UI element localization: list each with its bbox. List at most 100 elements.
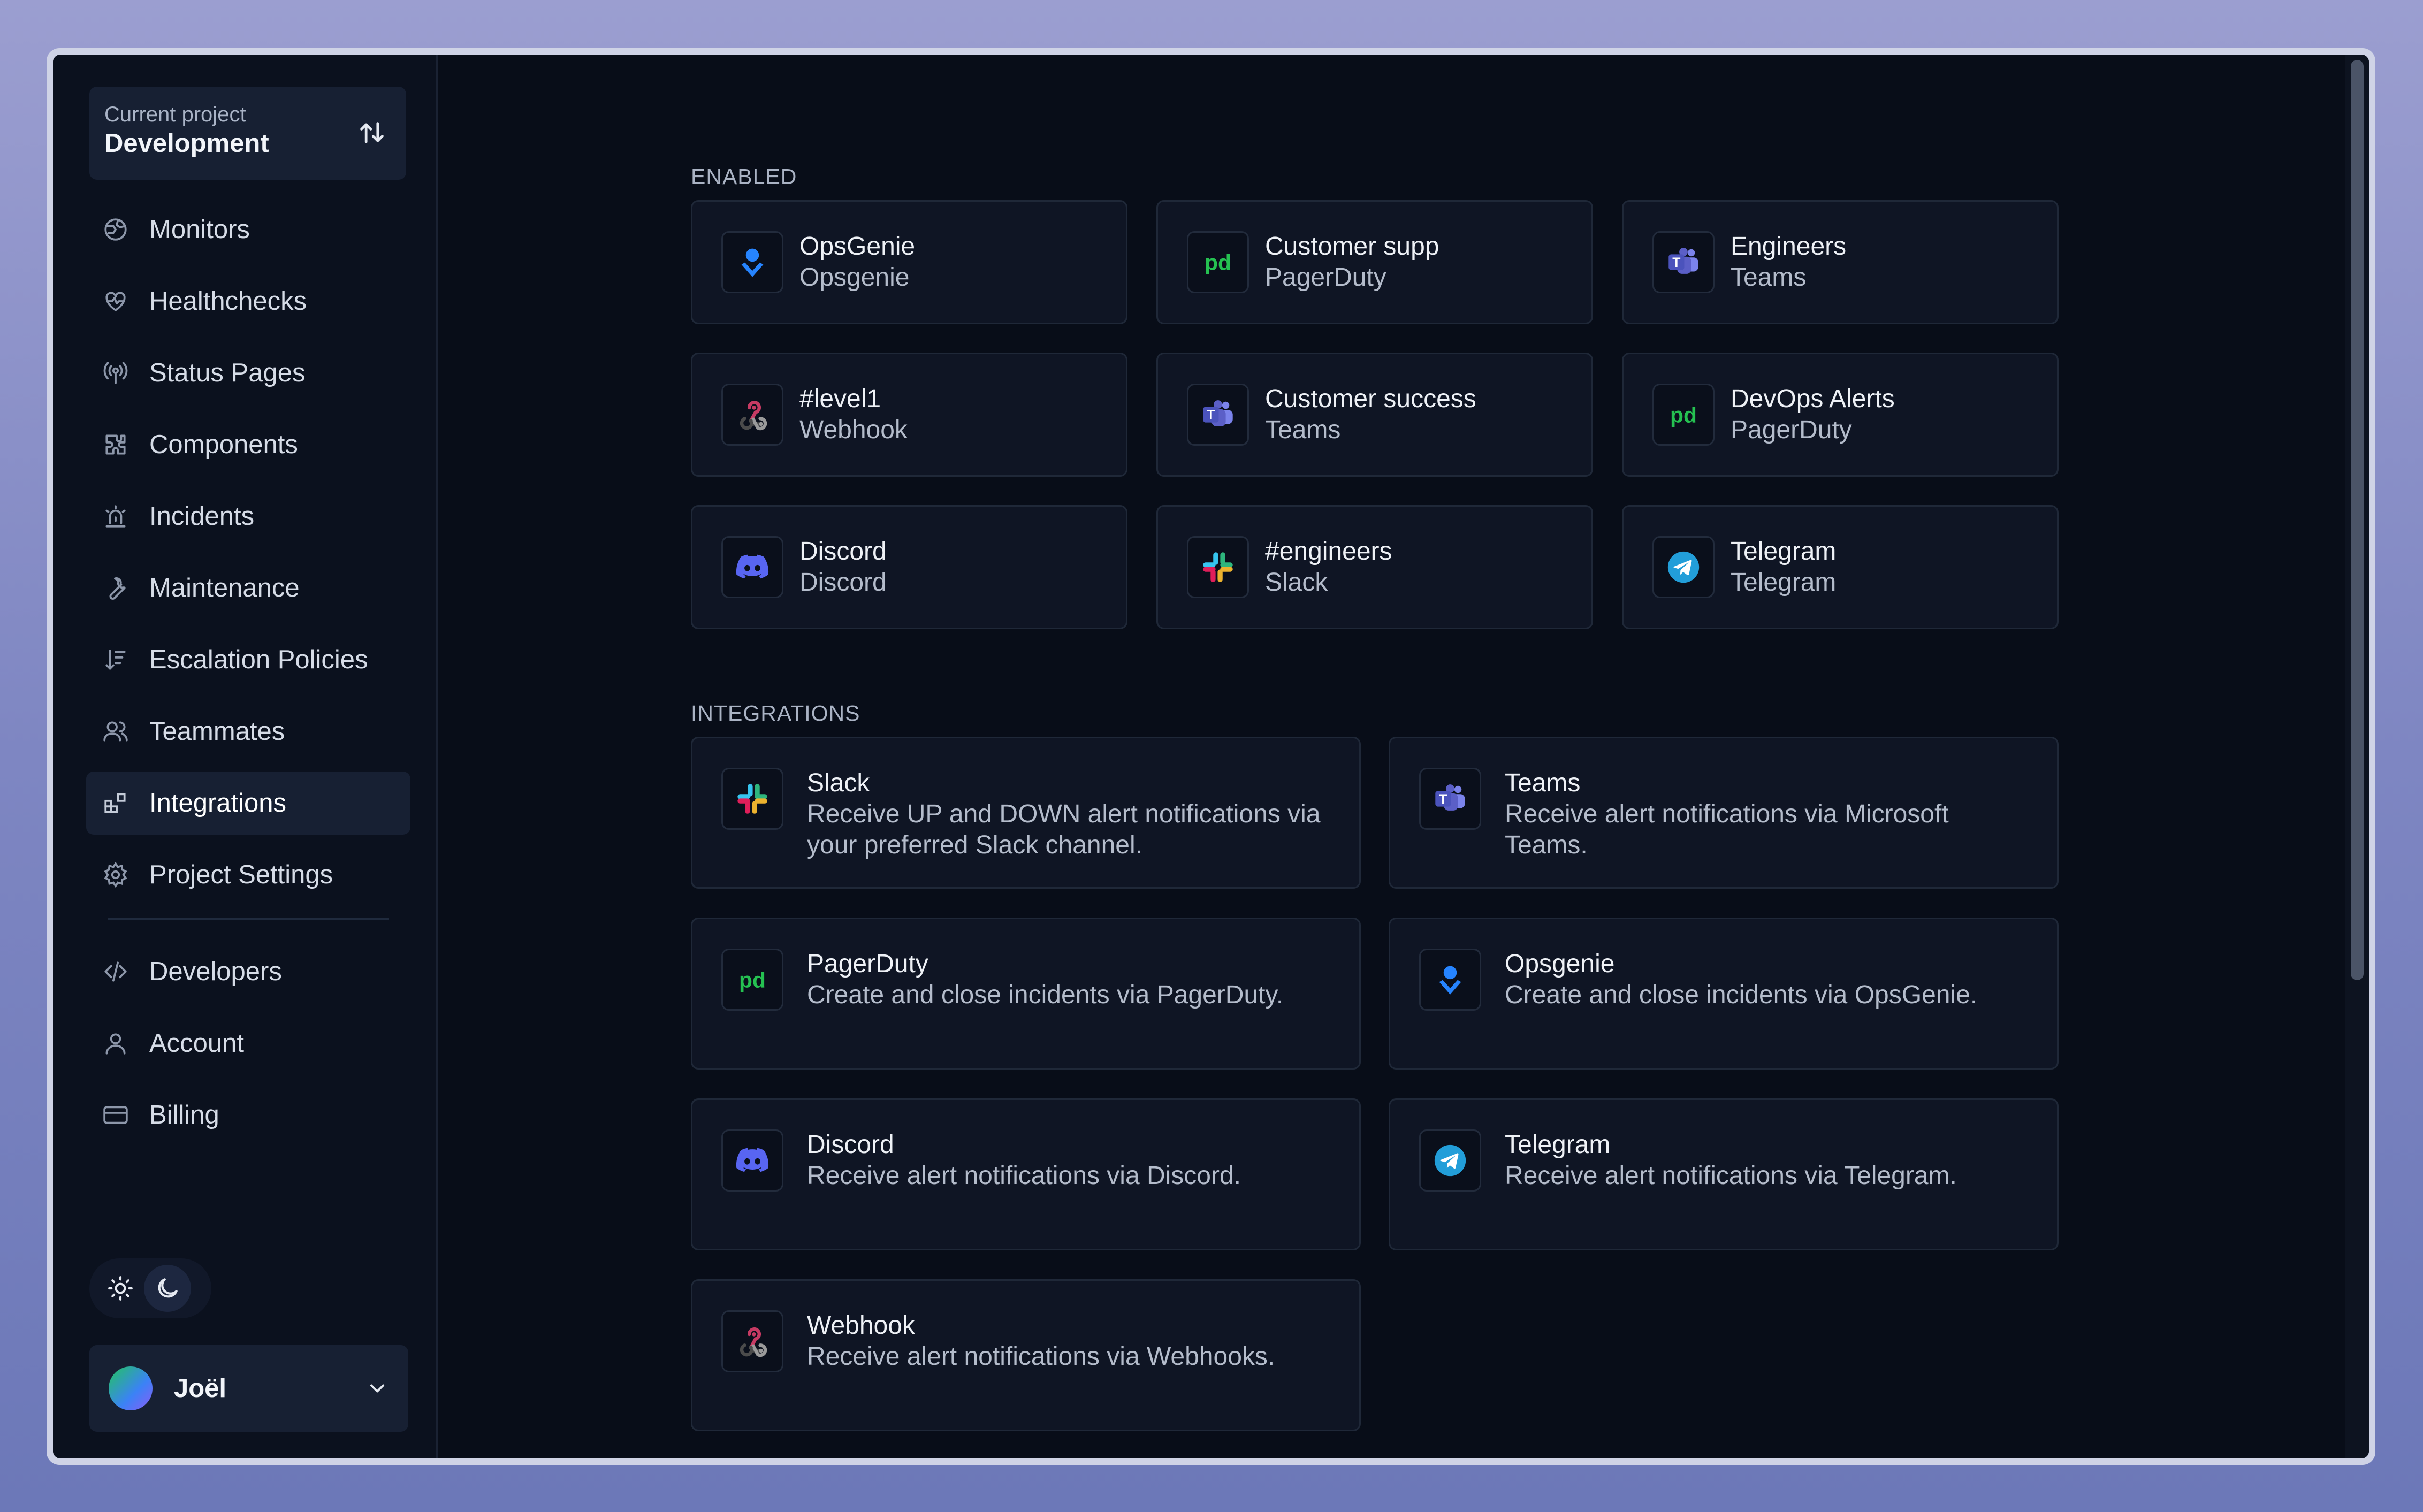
- integration-description: Receive alert notifications via Telegram…: [1505, 1162, 1957, 1190]
- chevron-down-icon: [370, 1384, 385, 1393]
- available-integration-card[interactable]: Opsgenie Create and close incidents via O…: [1389, 918, 2059, 1070]
- enabled-integration-card[interactable]: #level1 Webhook: [691, 353, 1127, 477]
- sidebar-item-monitors[interactable]: Monitors: [86, 198, 410, 261]
- project-switcher[interactable]: Current project Development: [89, 87, 406, 180]
- sidebar-item-healthchecks[interactable]: Healthchecks: [86, 270, 410, 333]
- swap-arrows-icon: [360, 122, 384, 143]
- broadcast-icon: [103, 362, 128, 384]
- integration-type: PagerDuty: [1731, 416, 1852, 444]
- svg-text:pd: pd: [1670, 403, 1697, 427]
- pagerduty-icon: pd: [1670, 403, 1697, 427]
- available-integration-card[interactable]: pd PagerDuty Create and close incidents vi…: [691, 918, 1361, 1070]
- integration-description: Create and close incidents via PagerDuty…: [807, 981, 1284, 1009]
- svg-text:T: T: [1207, 408, 1215, 423]
- pagerduty-icon: pd: [739, 968, 766, 992]
- svg-text:pd: pd: [1205, 250, 1231, 275]
- available-integration-card[interactable]: Telegram Receive alert notifications via …: [1389, 1098, 2059, 1250]
- sidebar-item-incidents[interactable]: Incidents: [86, 485, 410, 548]
- sidebar-item-label: Integrations: [149, 789, 287, 818]
- sidebar-item-integrations[interactable]: Integrations: [86, 772, 410, 835]
- logo-box: T: [1187, 384, 1249, 446]
- code-icon: [104, 961, 127, 982]
- svg-text:pd: pd: [739, 968, 766, 992]
- sidebar-item-label: Teammates: [149, 717, 285, 746]
- user-menu[interactable]: Joël: [89, 1345, 408, 1432]
- blocks-icon: [104, 793, 126, 813]
- globe-icon: [104, 218, 127, 241]
- integration-name: Engineers: [1731, 232, 1847, 261]
- project-name: Development: [104, 129, 269, 158]
- app-window: Current project Development Monitors Hea…: [47, 48, 2375, 1465]
- integration-type: Teams: [1731, 263, 1807, 292]
- main-content: ENABLED OpsGenie Opsgenie pd Customer supp P…: [438, 55, 2369, 1458]
- available-integration-card[interactable]: Webhook Receive alert notifications via W…: [691, 1279, 1361, 1431]
- available-integration-card[interactable]: Discord Receive alert notifications via D…: [691, 1098, 1361, 1250]
- dark-mode-button[interactable]: [144, 1265, 191, 1312]
- opsgenie-icon: [1439, 966, 1461, 995]
- integration-type: Webhook: [799, 416, 908, 444]
- integration-description: Receive alert notifications via Discord.: [807, 1162, 1241, 1190]
- integration-name: DevOps Alerts: [1731, 385, 1895, 413]
- integration-name: PagerDuty: [807, 950, 928, 978]
- enabled-integration-card[interactable]: Telegram Telegram: [1622, 505, 2059, 629]
- light-mode-button[interactable]: [97, 1265, 144, 1312]
- svg-text:T: T: [1672, 256, 1680, 270]
- logo-box: T: [1419, 768, 1481, 830]
- enabled-integration-card[interactable]: T Customer success Teams: [1156, 353, 1593, 477]
- scrollbar[interactable]: [2345, 55, 2369, 1458]
- discord-icon: [736, 554, 769, 579]
- teams-icon: T: [1668, 248, 1698, 274]
- sidebar-item-escalation-policies[interactable]: Escalation Policies: [86, 628, 410, 691]
- enabled-integration-card[interactable]: pd Customer supp PagerDuty: [1156, 200, 1593, 324]
- sidebar-item-label: Monitors: [149, 215, 250, 244]
- sidebar-item-developers[interactable]: Developers: [86, 940, 410, 1003]
- logo-box: [721, 768, 783, 830]
- sidebar-item-project-settings[interactable]: Project Settings: [86, 843, 410, 906]
- enabled-integration-card[interactable]: pd DevOps Alerts PagerDuty: [1622, 353, 2059, 477]
- enabled-integration-card[interactable]: T Engineers Teams: [1622, 200, 2059, 324]
- logo-box: [721, 1310, 783, 1372]
- enabled-integration-card[interactable]: OpsGenie Opsgenie: [691, 200, 1127, 324]
- logo-box: [721, 536, 783, 598]
- sidebar-item-components[interactable]: Components: [86, 413, 410, 476]
- integration-type: Slack: [1265, 568, 1328, 597]
- gear-icon: [104, 861, 127, 888]
- logo-box: [1419, 1129, 1481, 1192]
- nav-divider: [108, 918, 389, 920]
- integration-name: Telegram: [1731, 537, 1837, 566]
- logo-box: [721, 1129, 783, 1192]
- sidebar-item-label: Status Pages: [149, 358, 306, 387]
- sidebar-item-teammates[interactable]: Teammates: [86, 700, 410, 763]
- slack-icon: [1203, 552, 1233, 582]
- enabled-integration-card[interactable]: Discord Discord: [691, 505, 1127, 629]
- telegram-icon: [1667, 551, 1700, 583]
- integration-name: Opsgenie: [1505, 950, 1615, 978]
- enabled-integration-card[interactable]: #engineers Slack: [1156, 505, 1593, 629]
- logo-box: [1187, 536, 1249, 598]
- integration-name: Customer success: [1265, 385, 1476, 413]
- teams-icon: T: [1203, 400, 1233, 426]
- integration-type: Teams: [1265, 416, 1341, 444]
- available-integration-card[interactable]: Slack Receive UP and DOWN alert notificat…: [691, 737, 1361, 889]
- user-name: Joël: [174, 1374, 227, 1403]
- integration-name: Teams: [1505, 769, 1581, 797]
- sidebar-item-account[interactable]: Account: [86, 1012, 410, 1075]
- sidebar-item-label: Incidents: [149, 502, 255, 531]
- puzzle-icon: [105, 434, 126, 455]
- app-frame: Current project Development Monitors Hea…: [53, 55, 2369, 1458]
- integration-description: Create and close incidents via OpsGenie.: [1505, 981, 1978, 1009]
- sidebar-item-label: Billing: [149, 1101, 219, 1129]
- credit-card-icon: [103, 1106, 128, 1124]
- integration-type: Opsgenie: [799, 263, 910, 292]
- sidebar-item-billing[interactable]: Billing: [86, 1083, 410, 1147]
- logo-box: pd: [721, 949, 783, 1011]
- scrollbar-thumb[interactable]: [2351, 60, 2364, 980]
- users-icon: [103, 721, 128, 742]
- theme-toggle: [89, 1258, 211, 1318]
- integration-name: Discord: [807, 1131, 894, 1159]
- integration-type: PagerDuty: [1265, 263, 1386, 292]
- available-integration-card[interactable]: T Teams Receive alert notifications via Mi…: [1389, 737, 2059, 889]
- sidebar-item-maintenance[interactable]: Maintenance: [86, 556, 410, 620]
- siren-icon: [105, 505, 126, 528]
- sidebar-item-status-pages[interactable]: Status Pages: [86, 341, 410, 404]
